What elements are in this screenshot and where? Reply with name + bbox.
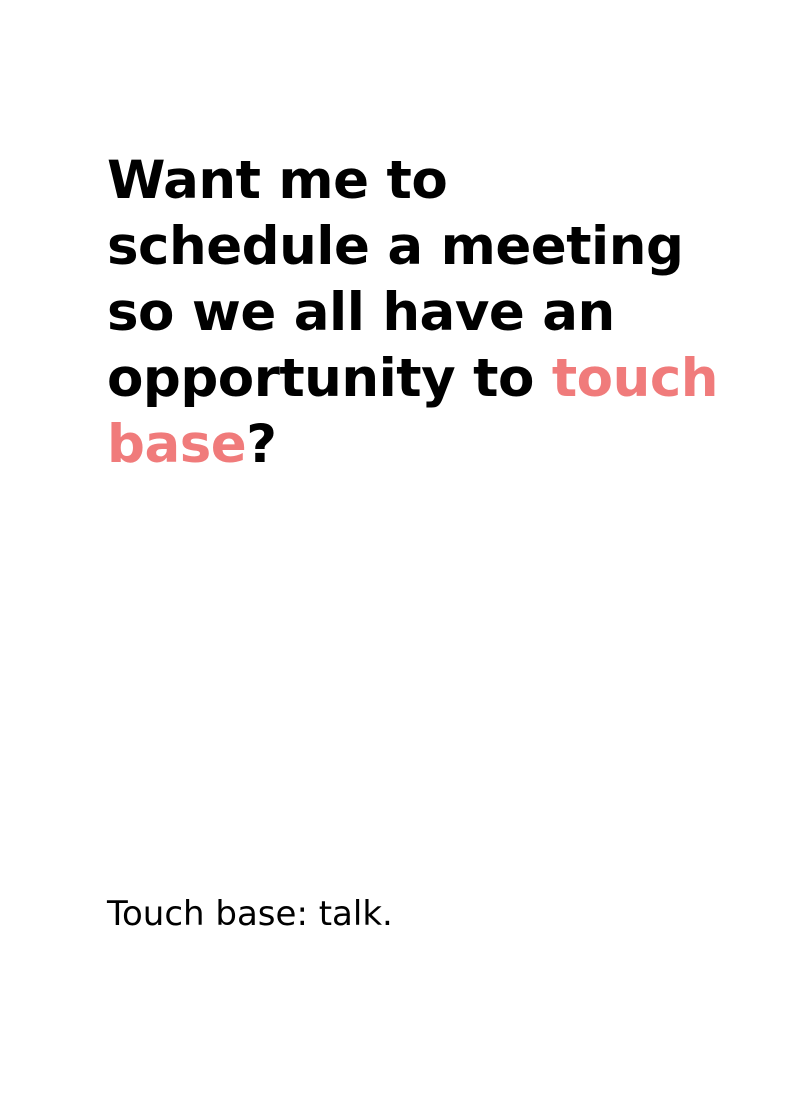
headline-line-5-suffix: ? [246, 414, 277, 475]
idiom-definition: Touch base: talk. [107, 894, 393, 934]
idiom-highlight-touch: touch [551, 348, 719, 409]
headline-line-4-prefix: opportunity to [107, 348, 552, 409]
headline: Want me to schedule a meeting so we all … [107, 148, 747, 478]
headline-line-5: base? [107, 412, 747, 478]
idiom-highlight-base: base [107, 414, 247, 475]
headline-line-3: so we all have an [107, 282, 615, 343]
headline-line-1: Want me to [107, 150, 448, 211]
headline-line-4: opportunity to touch [107, 346, 747, 412]
card: Want me to schedule a meeting so we all … [0, 0, 795, 1095]
headline-line-2: schedule a meeting [107, 216, 684, 277]
